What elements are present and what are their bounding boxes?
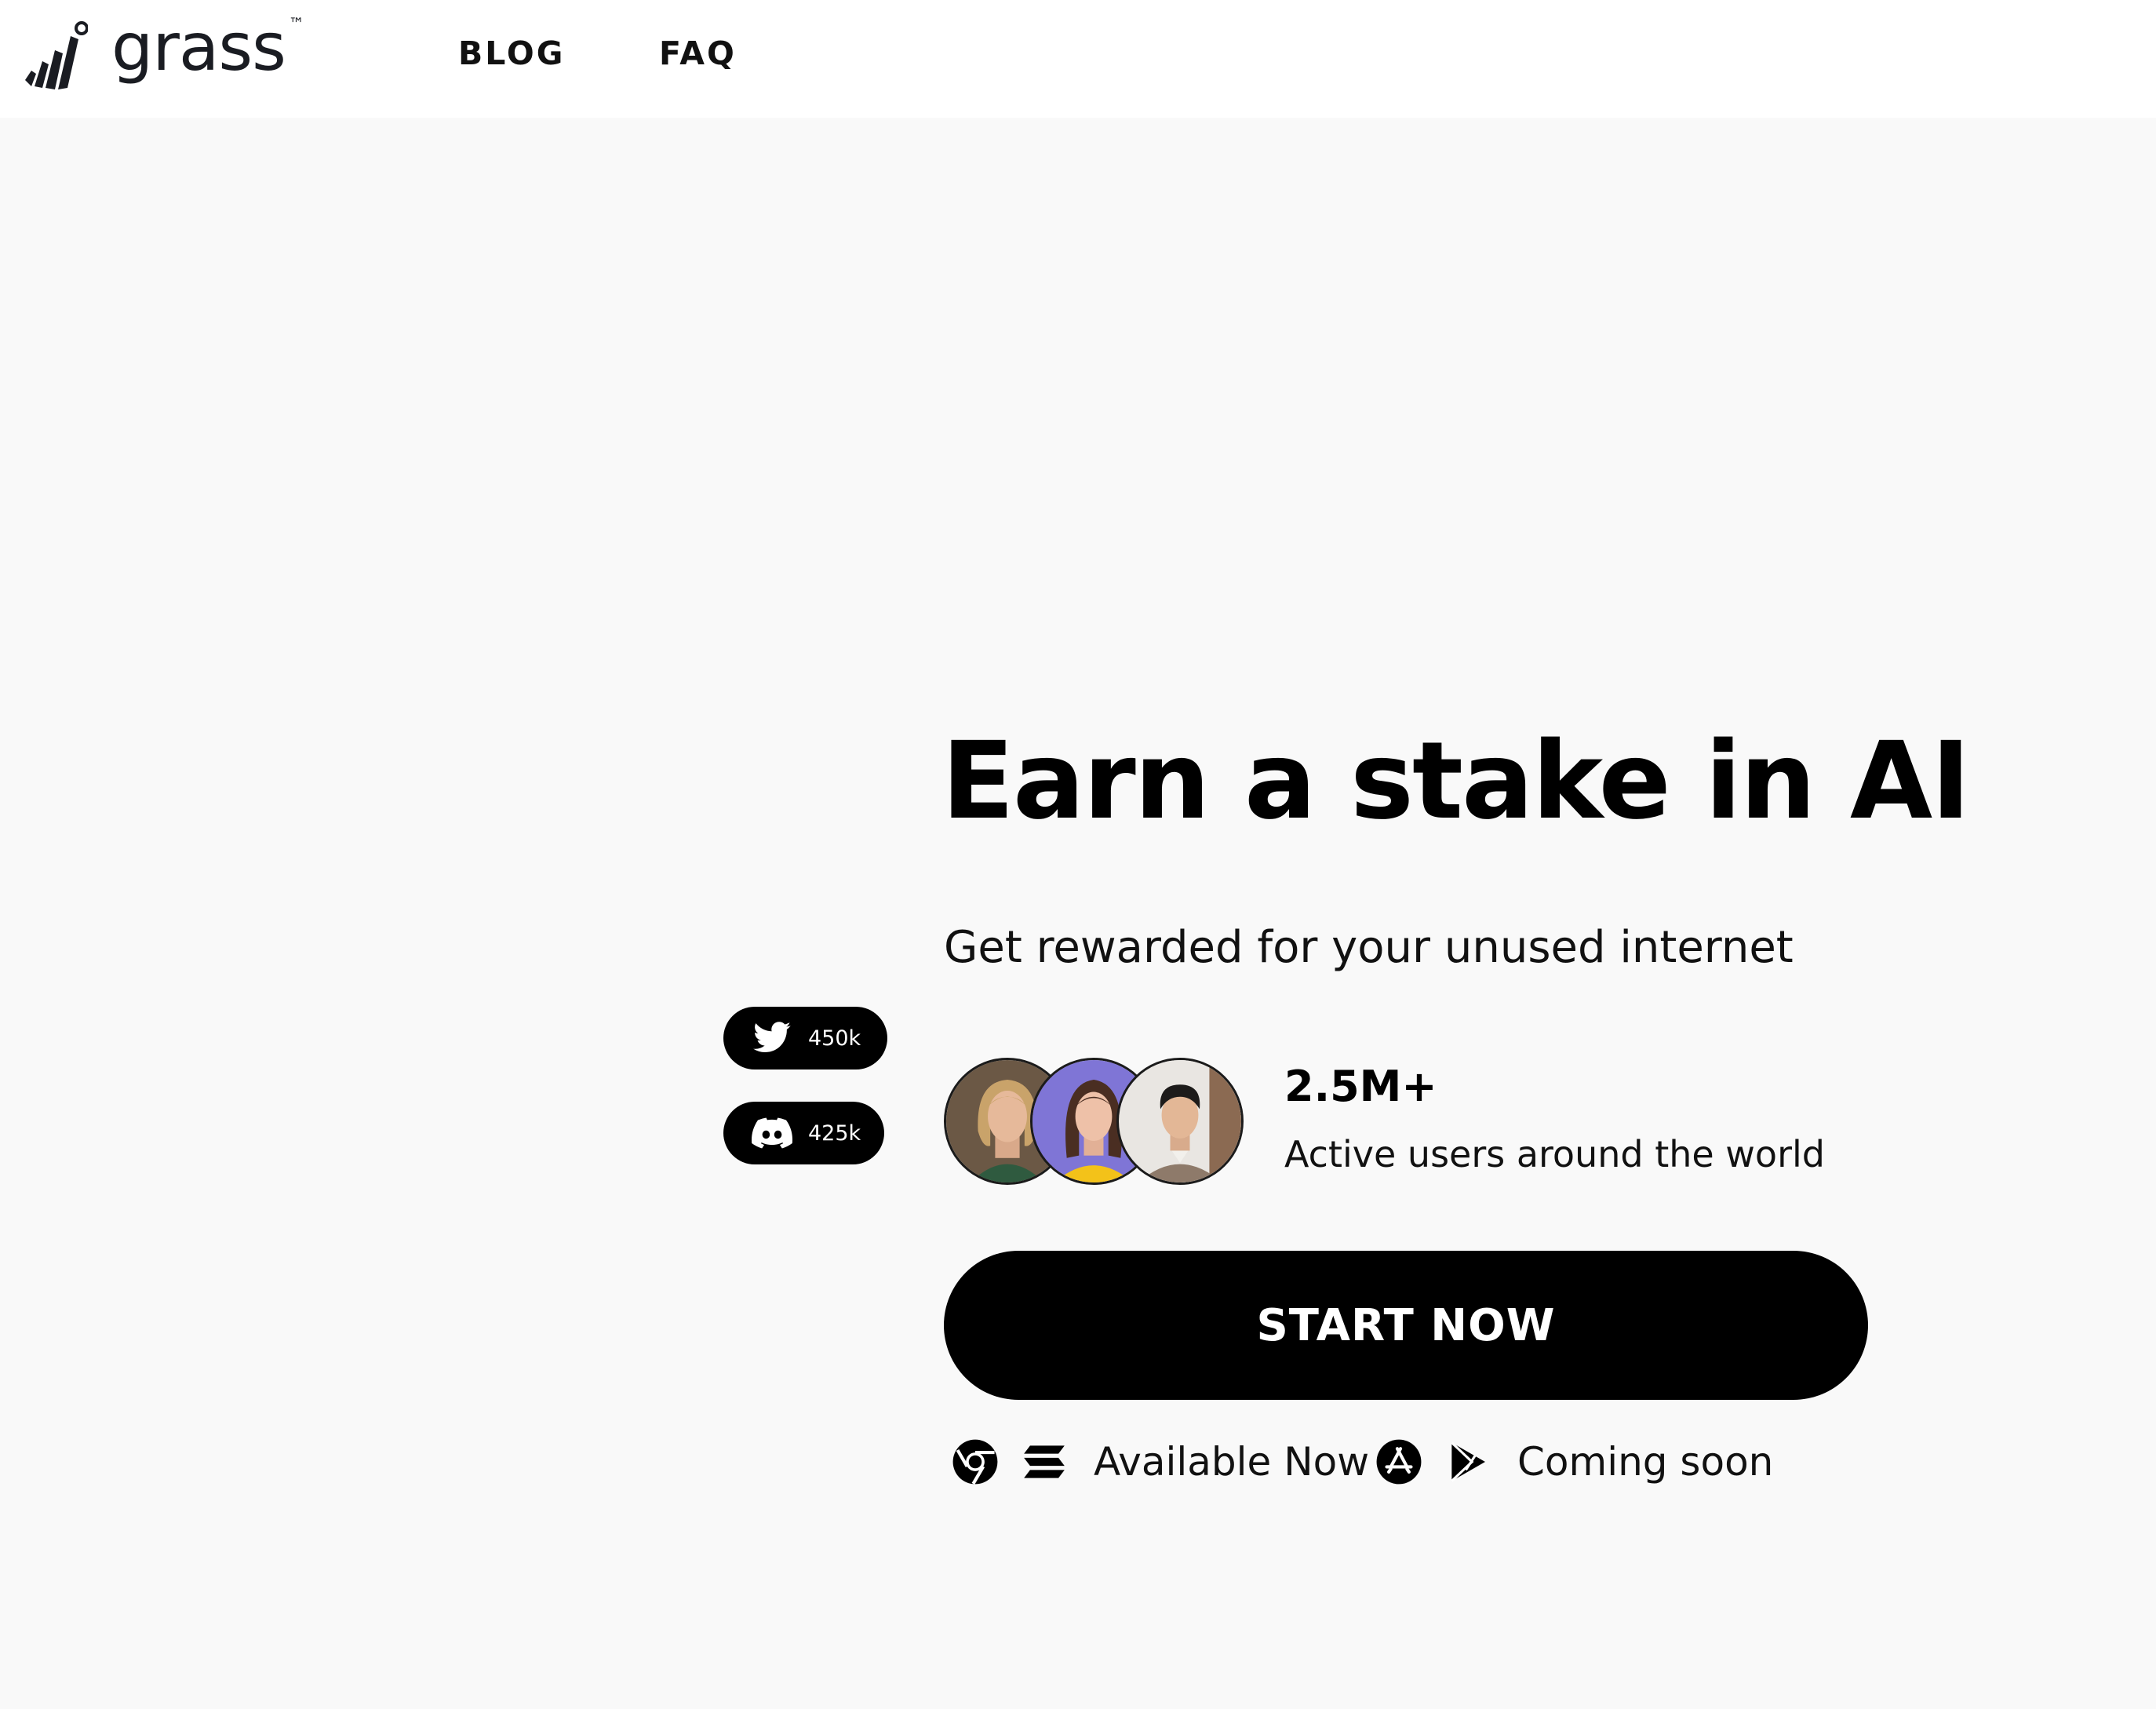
start-now-button[interactable]: START NOW	[944, 1251, 1868, 1400]
solana-icon[interactable]	[1020, 1438, 1069, 1486]
active-users-count: 2.5M+	[1284, 1062, 1437, 1111]
active-users-label: Active users around the world	[1284, 1133, 1825, 1175]
user-avatars-group	[944, 1058, 1245, 1185]
grass-logo[interactable]: grass ™	[22, 9, 304, 94]
coming-soon-label: Coming soon	[1517, 1439, 1774, 1485]
twitter-icon	[753, 1022, 791, 1052]
logo-wordmark: grass	[111, 9, 286, 86]
discord-icon	[752, 1117, 792, 1149]
hero-title: Earn a stake in AI	[941, 720, 1971, 844]
app-store-icon[interactable]	[1375, 1438, 1423, 1486]
avatar-man	[1119, 1060, 1241, 1182]
nav-faq-link[interactable]: FAQ	[659, 35, 737, 72]
coming-soon-platforms: Coming soon	[1375, 1434, 1773, 1489]
grass-logo-icon	[25, 21, 88, 89]
chrome-icon[interactable]	[951, 1438, 1000, 1486]
discord-members-button[interactable]: 425k	[723, 1102, 884, 1164]
available-now-label: Available Now	[1094, 1439, 1370, 1485]
trademark-symbol: ™	[288, 14, 304, 33]
twitter-followers-button[interactable]: 450k	[723, 1007, 887, 1069]
google-play-icon[interactable]	[1444, 1438, 1492, 1486]
avatar	[1116, 1058, 1244, 1185]
hero-subtitle: Get rewarded for your unused internet	[944, 922, 1794, 973]
available-platforms: Available Now	[951, 1434, 1369, 1489]
twitter-follower-count: 450k	[808, 1026, 861, 1051]
discord-member-count: 425k	[808, 1121, 861, 1146]
nav-blog-link[interactable]: BLOG	[458, 35, 565, 72]
site-header: grass ™ BLOG FAQ	[0, 0, 2156, 118]
